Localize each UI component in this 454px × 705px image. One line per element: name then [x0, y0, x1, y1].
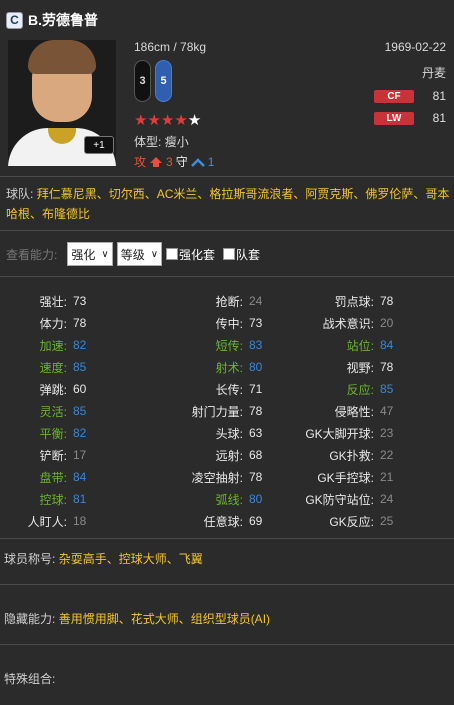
chevron-down-icon: ∨: [101, 248, 109, 260]
divider: [0, 230, 454, 231]
left-foot-icon: 3: [134, 60, 151, 102]
position-row: CF 81: [374, 86, 446, 106]
player-traits: 球员称号: 杂耍高手、控球大师、飞翼: [4, 550, 203, 567]
stat-row: GK防守站位: 24: [12, 488, 400, 510]
stat-value: 84: [380, 338, 394, 352]
nationality: 丹麦: [421, 66, 446, 80]
divider: [0, 276, 454, 277]
enhance-select[interactable]: 强化 ∨: [67, 242, 113, 266]
clubs-label: 球队:: [6, 187, 34, 201]
stat-row: GK手控球: 21: [12, 466, 400, 488]
photo-hair: [28, 40, 96, 74]
star-icon: ★: [134, 112, 148, 129]
stat-label: 视野:: [346, 360, 374, 375]
star-icon: ★: [174, 112, 188, 129]
rank-badge: +1: [84, 136, 114, 154]
stat-value: 78: [380, 294, 394, 308]
enhance-set-checkbox[interactable]: 强化套: [166, 246, 215, 263]
body-type: 体型: 瘦小: [134, 133, 189, 150]
team-set-checkbox[interactable]: 队套: [223, 246, 260, 263]
stat-label: 罚点球:: [334, 294, 374, 309]
stat-row: 视野: 78: [12, 356, 400, 378]
stat-value: 47: [380, 404, 394, 418]
stat-label: 站位:: [346, 338, 374, 353]
stat-value: 85: [380, 382, 394, 396]
defense-label: 守: [175, 155, 188, 169]
stat-row: GK扑救: 22: [12, 444, 400, 466]
star-icon: ★: [147, 112, 161, 129]
clubs-value: 拜仁慕尼黑、切尔西、AC米兰、格拉斯哥流浪者、阿贾克斯、佛罗伦萨、哥本哈根、布隆…: [6, 187, 450, 221]
traits-value: 杂耍高手、控球大师、飞翼: [58, 552, 203, 566]
divider: [0, 584, 454, 585]
stat-value: 25: [380, 514, 394, 528]
position-value: 81: [432, 89, 446, 103]
stat-label: GK防守站位:: [305, 492, 374, 507]
stat-label: GK扑救:: [329, 448, 374, 463]
special-label: 特殊组合:: [4, 672, 56, 686]
divider: [0, 644, 454, 645]
level-select[interactable]: 等级 ∨: [116, 242, 163, 266]
position-ratings: CF 81 LW 81: [374, 86, 446, 130]
stat-label: 侵略性:: [334, 404, 374, 419]
level-select-value: 等级: [120, 247, 145, 262]
team-set-label: 队套: [236, 247, 261, 262]
work-rate: 攻 3 守 1: [134, 153, 214, 170]
stat-value: 23: [380, 426, 394, 440]
position-row: LW 81: [374, 108, 446, 128]
hidden-label: 隐藏能力:: [4, 612, 56, 626]
stat-row: 侵略性: 47: [12, 400, 400, 422]
attack-label: 攻: [134, 155, 147, 169]
stat-row: 反应: 85: [12, 378, 400, 400]
stat-row: 罚点球: 78: [12, 290, 400, 312]
star-rating: ★★★★★: [134, 111, 201, 129]
stat-value: 22: [380, 448, 394, 462]
stat-row: 战术意识: 20: [12, 312, 400, 334]
stat-value: 24: [380, 492, 394, 506]
star-icon: ★: [160, 112, 175, 129]
defense-value: 1: [207, 154, 215, 169]
enhance-set-label: 强化套: [179, 247, 216, 262]
player-header: C B.劳德鲁普: [6, 8, 98, 32]
weak-foot-indicator: 3 5: [134, 60, 172, 102]
body-type-label: 体型:: [134, 135, 162, 149]
hidden-abilities: 隐藏能力: 善用惯用脚、花式大师、组织型球员(AI): [4, 610, 270, 627]
position-badge-letter: C: [10, 13, 19, 27]
stat-row: 站位: 84: [12, 334, 400, 356]
position-value: 81: [432, 111, 446, 125]
clubs-section: 球队: 拜仁慕尼黑、切尔西、AC米兰、格拉斯哥流浪者、阿贾克斯、佛罗伦萨、哥本哈…: [6, 184, 450, 224]
ability-filter: 查看能力: 强化 ∨ 等级 ∨ 强化套 队套: [6, 242, 268, 266]
attack-value: 3: [166, 154, 173, 169]
height-weight: 186cm / 78kg: [134, 40, 207, 54]
checkbox-box[interactable]: [166, 248, 179, 260]
traits-label: 球员称号:: [4, 552, 56, 566]
filter-label: 查看能力:: [6, 247, 58, 262]
star-icon: ★: [187, 112, 202, 129]
right-foot-icon: 5: [155, 60, 172, 102]
position-tag: LW: [374, 111, 414, 125]
stat-label: GK手控球:: [317, 470, 374, 485]
stat-label: GK反应:: [329, 514, 374, 529]
stat-row: GK大脚开球: 23: [12, 422, 400, 444]
stat-value: 21: [380, 470, 394, 484]
defense-chevron-icon: [190, 157, 205, 167]
body-type-value: 瘦小: [164, 135, 189, 149]
stat-value: 78: [380, 360, 394, 374]
player-name: B.劳德鲁普: [28, 12, 98, 28]
special-combo: 特殊组合:: [4, 670, 55, 687]
position-tag: CF: [374, 89, 414, 103]
stat-label: GK大脚开球:: [305, 426, 374, 441]
stat-label: 反应:: [346, 382, 374, 397]
checkbox-box[interactable]: [223, 248, 236, 260]
stat-value: 20: [380, 316, 394, 330]
enhance-select-value: 强化: [71, 247, 96, 262]
divider: [0, 538, 454, 539]
attack-arrow-icon: [150, 156, 163, 167]
hidden-value: 善用惯用脚、花式大师、组织型球员(AI): [58, 612, 271, 626]
chevron-down-icon: ∨: [150, 248, 159, 260]
divider: [0, 176, 454, 177]
stat-row: GK反应: 25: [12, 510, 400, 532]
position-badge: C: [6, 11, 23, 29]
stat-label: 战术意识:: [322, 316, 374, 331]
birthdate: 1969-02-22: [384, 40, 446, 54]
